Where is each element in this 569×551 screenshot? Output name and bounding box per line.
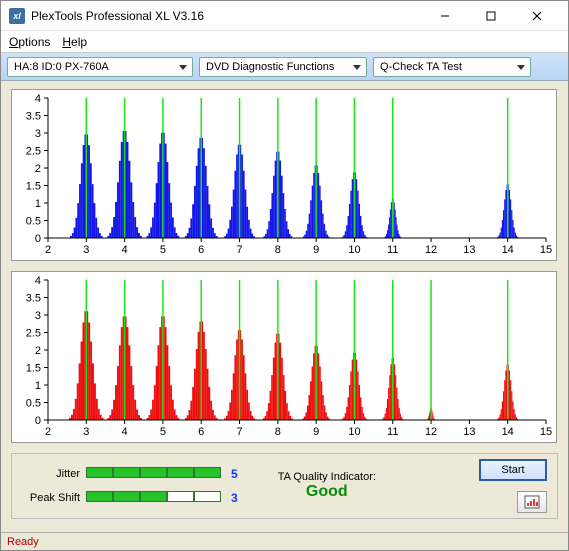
minimize-button[interactable]	[422, 1, 468, 31]
jitter-value: 5	[231, 467, 238, 481]
svg-text:3.5: 3.5	[26, 293, 41, 305]
svg-text:7: 7	[236, 426, 242, 438]
svg-text:6: 6	[198, 426, 204, 438]
close-button[interactable]	[514, 1, 560, 31]
quality-block: TA Quality Indicator: Good	[278, 471, 376, 501]
quality-value: Good	[278, 483, 376, 501]
content-area: 00.511.522.533.5423456789101112131415 00…	[1, 81, 568, 532]
jitter-row: Jitter 5	[22, 467, 238, 481]
save-chart-icon	[524, 495, 540, 509]
test-select[interactable]: Q-Check TA Test	[373, 57, 531, 77]
svg-text:15: 15	[540, 244, 552, 256]
svg-text:3: 3	[83, 426, 89, 438]
svg-text:1: 1	[35, 380, 41, 392]
svg-text:1.5: 1.5	[26, 181, 41, 193]
svg-text:2: 2	[35, 163, 41, 175]
svg-text:14: 14	[502, 244, 514, 256]
chart-top: 0 0.5 1 1.5 2 2.5 3 3.5 4 2 3 4 5 6 7 8 9 10 11 12 13 14 15	[11, 89, 557, 261]
svg-text:2: 2	[35, 345, 41, 357]
svg-text:10: 10	[348, 244, 360, 256]
svg-text:5: 5	[160, 244, 166, 256]
svg-text:9: 9	[313, 426, 319, 438]
results-panel: Jitter 5 Peak Shift 3 TA Quality Indicat…	[11, 453, 558, 519]
save-chart-button[interactable]	[517, 491, 547, 513]
svg-text:9: 9	[313, 244, 319, 256]
svg-text:3.5: 3.5	[26, 111, 41, 123]
menu-help[interactable]: Help	[62, 35, 87, 49]
svg-text:12: 12	[425, 426, 437, 438]
svg-text:11: 11	[387, 244, 398, 256]
svg-text:2.5: 2.5	[26, 328, 41, 340]
function-select[interactable]: DVD Diagnostic Functions	[199, 57, 367, 77]
svg-text:7: 7	[236, 244, 242, 256]
svg-text:2: 2	[45, 244, 51, 256]
drive-select[interactable]: HA:8 ID:0 PX-760A	[7, 57, 193, 77]
svg-text:2.5: 2.5	[26, 146, 41, 158]
quality-label: TA Quality Indicator:	[278, 471, 376, 483]
svg-text:15: 15	[540, 426, 552, 438]
statusbar: Ready	[1, 532, 568, 550]
svg-text:4: 4	[122, 244, 128, 256]
svg-text:0: 0	[35, 415, 41, 427]
svg-text:3: 3	[35, 128, 41, 140]
svg-text:8: 8	[275, 244, 281, 256]
titlebar: xl PlexTools Professional XL V3.16	[1, 1, 568, 31]
button-block: Start	[479, 459, 547, 513]
svg-text:13: 13	[463, 426, 475, 438]
svg-text:13: 13	[463, 244, 475, 256]
svg-text:5: 5	[160, 426, 166, 438]
app-logo-icon: xl	[9, 8, 25, 24]
svg-text:4: 4	[35, 275, 41, 287]
svg-text:10: 10	[348, 426, 360, 438]
metrics-block: Jitter 5 Peak Shift 3	[22, 467, 238, 505]
svg-text:14: 14	[502, 426, 514, 438]
svg-text:4: 4	[35, 93, 41, 105]
svg-text:6: 6	[198, 244, 204, 256]
maximize-button[interactable]	[468, 1, 514, 31]
peakshift-row: Peak Shift 3	[22, 491, 238, 505]
status-text: Ready	[7, 536, 39, 548]
svg-text:11: 11	[387, 426, 398, 438]
svg-text:2: 2	[45, 426, 51, 438]
svg-text:8: 8	[275, 426, 281, 438]
svg-text:0.5: 0.5	[26, 398, 41, 410]
svg-text:0.5: 0.5	[26, 216, 41, 228]
svg-text:4: 4	[122, 426, 128, 438]
menubar: Options Help	[1, 31, 568, 53]
toolbar: HA:8 ID:0 PX-760A DVD Diagnostic Functio…	[1, 53, 568, 81]
svg-text:3: 3	[35, 310, 41, 322]
svg-text:0: 0	[35, 233, 41, 245]
menu-options[interactable]: Options	[9, 35, 50, 49]
window-title: PlexTools Professional XL V3.16	[31, 9, 422, 23]
jitter-label: Jitter	[22, 468, 80, 480]
chart-bottom: 0 0.5 1 1.5 2 2.5 3 3.5 4 2 3 4 5 6 7 8 9 10 11 12 13 14 15	[11, 271, 557, 443]
peakshift-label: Peak Shift	[22, 492, 80, 504]
jitter-bars	[86, 467, 221, 481]
peakshift-bars	[86, 491, 221, 505]
peakshift-value: 3	[231, 491, 238, 505]
svg-text:1: 1	[35, 198, 41, 210]
start-button[interactable]: Start	[479, 459, 547, 481]
svg-text:3: 3	[83, 244, 89, 256]
svg-text:1.5: 1.5	[26, 363, 41, 375]
svg-text:12: 12	[425, 244, 437, 256]
